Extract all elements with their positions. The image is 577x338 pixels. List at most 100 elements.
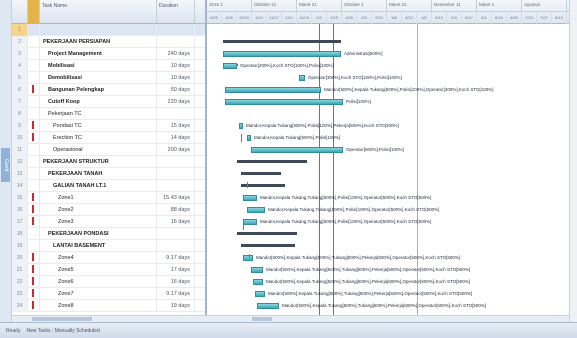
task-bar[interactable] [257,303,279,309]
duration-cell[interactable] [157,239,195,252]
summary-bar[interactable] [241,244,295,247]
task-bar[interactable] [247,135,251,141]
duration-cell[interactable]: 240 days [157,47,195,60]
row-id[interactable]: 9 [12,119,28,132]
task-name-cell[interactable]: Pondasi TC [40,119,157,132]
duration-cell[interactable]: 17 days [157,263,195,276]
table-row[interactable]: 20 Zone4 9.17 days [12,251,205,264]
table-row[interactable]: 18 PEKERJAAN PONDASI [12,227,205,240]
task-bar[interactable] [251,267,263,273]
dependency-link[interactable] [249,254,250,258]
summary-bar[interactable] [241,172,281,175]
id-column-header[interactable] [12,0,28,23]
task-name-cell[interactable]: Zone7 [40,287,157,300]
duration-cell[interactable] [157,35,195,48]
row-id[interactable]: 3 [12,47,28,60]
row-id[interactable]: 11 [12,143,28,156]
row-id[interactable]: 20 [12,251,28,264]
gantt-view-label[interactable]: Gantt [1,148,10,182]
row-id[interactable]: 24 [12,299,28,312]
gantt-bars-area[interactable]: Administrasi[500%] Operator[200%],Koch ST… [207,24,569,322]
dependency-link[interactable] [241,134,242,142]
row-id[interactable]: 22 [12,275,28,288]
gantt-chart[interactable]: 2015 1 Oktober 21 Maret 21 Oktober 1 Maret 2… [207,0,569,322]
task-name-cell[interactable]: Erection TC [40,131,157,144]
task-name-cell[interactable]: Project Management [40,47,157,60]
task-name-cell[interactable]: PEKERJAAN PERSIAPAN [40,35,157,48]
duration-cell[interactable]: 220 days [157,95,195,108]
row-id[interactable]: 1 [12,23,28,36]
duration-cell[interactable]: 14 days [157,131,195,144]
task-name-cell[interactable]: Pekerjaan TC [40,107,157,120]
row-id[interactable]: 7 [12,95,28,108]
table-row[interactable]: 8 Pekerjaan TC [12,107,205,120]
task-bar[interactable] [225,99,343,105]
task-bar[interactable] [223,51,341,57]
table-row[interactable]: 5 Demobilisasi 10 days [12,71,205,84]
duration-cell[interactable]: 16 days [157,215,195,228]
table-row[interactable]: 10 Erection TC 14 days [12,131,205,144]
table-row[interactable]: 14 GALIAN TANAH LT.1 [12,179,205,192]
table-row[interactable]: 15 Zone1 15.43 days [12,191,205,204]
task-name-cell[interactable]: Zone2 [40,203,157,216]
dependency-link[interactable] [247,182,248,188]
task-name-cell[interactable] [40,23,157,36]
row-id[interactable]: 23 [12,287,28,300]
duration-cell[interactable] [157,179,195,192]
table-row[interactable]: 1 [12,23,205,36]
table-row[interactable]: 19 LANTAI BASEMENT [12,239,205,252]
duration-cell[interactable]: 50 days [157,83,195,96]
task-name-cell[interactable]: GALIAN TANAH LT.1 [40,179,157,192]
task-name-cell[interactable]: Cutoff Koop [40,95,157,108]
row-id[interactable]: 5 [12,71,28,84]
vertical-scrollbar[interactable] [569,0,577,322]
task-name-cell[interactable]: Zone3 [40,215,157,228]
duration-cell[interactable] [157,155,195,168]
duration-cell[interactable] [157,227,195,240]
task-bar[interactable] [251,147,343,153]
task-name-cell[interactable]: Mobilisasi [40,59,157,72]
task-bar[interactable] [255,291,265,297]
duration-cell[interactable]: 15.43 days [157,191,195,204]
duration-cell[interactable]: 16 days [157,275,195,288]
task-bar[interactable] [243,219,257,225]
row-id[interactable]: 6 [12,83,28,96]
task-name-cell[interactable]: Zone6 [40,275,157,288]
table-row[interactable]: 4 Mobilisasi 10 days [12,59,205,72]
task-name-cell[interactable]: Zone4 [40,251,157,264]
duration-cell[interactable]: 88 days [157,203,195,216]
task-bar[interactable] [225,87,321,93]
table-scroll-thumb[interactable] [32,317,92,321]
chart-scroll-thumb[interactable] [252,317,272,321]
table-row[interactable]: 3 Project Management 240 days [12,47,205,60]
table-row[interactable]: 2 PEKERJAAN PERSIAPAN [12,35,205,48]
task-name-cell[interactable]: Operasional [40,143,157,156]
table-row[interactable]: 23 Zone7 9.17 days [12,287,205,300]
dependency-link[interactable] [243,224,244,230]
table-row[interactable]: 21 Zone5 17 days [12,263,205,276]
task-bar[interactable] [223,63,237,69]
duration-cell[interactable]: 9.17 days [157,251,195,264]
task-name-cell[interactable]: Bangunan Pelengkap [40,83,157,96]
table-row[interactable]: 24 Zone8 19 days [12,299,205,312]
table-row[interactable]: 17 Zone3 16 days [12,215,205,228]
task-bar[interactable] [243,195,257,201]
table-row[interactable]: 11 Operasional 200 days [12,143,205,156]
task-name-cell[interactable]: Zone8 [40,299,157,312]
row-id[interactable]: 8 [12,107,28,120]
row-id[interactable]: 4 [12,59,28,72]
duration-cell[interactable]: 9.17 days [157,287,195,300]
duration-cell[interactable] [157,167,195,180]
summary-bar[interactable] [223,40,341,43]
table-row[interactable]: 6 Bangunan Pelengkap 50 days [12,83,205,96]
table-row[interactable]: 7 Cutoff Koop 220 days [12,95,205,108]
task-bar[interactable] [247,207,265,213]
duration-cell[interactable]: 10 days [157,59,195,72]
task-name-column-header[interactable]: Task Name [40,0,157,23]
task-bar[interactable] [299,75,305,81]
task-name-cell[interactable]: Zone5 [40,263,157,276]
row-id[interactable]: 17 [12,215,28,228]
row-id[interactable]: 13 [12,167,28,180]
duration-cell[interactable] [157,107,195,120]
duration-column-header[interactable]: Duration [157,0,195,23]
